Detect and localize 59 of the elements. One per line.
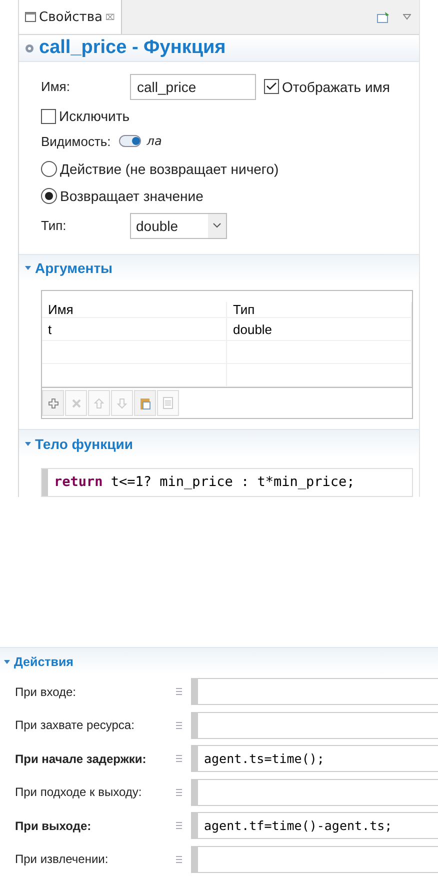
paste-icon [140, 396, 150, 410]
section-title: Действия [14, 654, 74, 668]
section-title: Аргументы [35, 260, 113, 276]
new-window-icon[interactable] [377, 12, 389, 23]
properties-tab[interactable]: Свойства ⌧ [19, 0, 122, 34]
name-label: Имя: [41, 79, 71, 94]
function-icon [25, 44, 34, 53]
action-label: При извлечении: [15, 852, 110, 866]
expand-icon[interactable] [25, 440, 31, 447]
dropdown-icon[interactable] [403, 14, 411, 20]
code-editor[interactable]: return t<=1? min_price : t*min_price; [41, 468, 413, 498]
type-select[interactable]: double [130, 212, 227, 239]
exclude-label: Исключить [59, 108, 130, 124]
code-field[interactable] [191, 678, 438, 706]
add-button[interactable] [42, 390, 64, 416]
expand-icon[interactable] [25, 265, 31, 272]
chevron-icon [213, 223, 221, 228]
panel-title: call_price - Функция [39, 37, 226, 60]
code-field[interactable]: agent.ts=time(); [191, 745, 438, 772]
section-title: Тело функции [35, 436, 133, 452]
paste-button[interactable] [134, 390, 156, 416]
radio-label: Возвращает значение [60, 188, 204, 204]
name-field[interactable]: call_price [130, 74, 256, 100]
action-label: При захвате ресурса: [15, 718, 136, 732]
radio-button[interactable] [41, 188, 57, 204]
code-field[interactable] [191, 712, 438, 739]
expand-icon[interactable] [4, 658, 10, 664]
show-name-checkbox[interactable] [264, 79, 279, 94]
visibility-label: Видимость: [41, 134, 111, 149]
code-field[interactable] [191, 778, 438, 806]
action-label: При входе: [15, 684, 77, 699]
code-menu-icon[interactable] [176, 688, 182, 696]
action-label: При подходе к выходу: [15, 785, 143, 800]
up-arrow-icon [94, 398, 104, 409]
code-field[interactable]: agent.tf=time()-agent.ts; [191, 812, 438, 840]
cross-icon [72, 398, 80, 408]
code-field[interactable] [191, 846, 438, 873]
code-menu-icon[interactable] [176, 856, 182, 863]
code-menu-icon[interactable] [176, 822, 182, 830]
code-menu-icon[interactable] [176, 788, 182, 796]
action-label: При выходе: [15, 818, 92, 833]
visibility-value: ла [146, 134, 162, 148]
exclude-checkbox[interactable] [41, 108, 56, 124]
column-header: Тип [227, 302, 412, 318]
code-menu-icon[interactable] [176, 722, 182, 729]
table-cell: double [227, 318, 412, 340]
show-name-label: Отображать имя [282, 78, 390, 95]
radio-button[interactable] [41, 160, 57, 177]
plus-icon [48, 398, 58, 409]
down-arrow-icon [117, 398, 127, 409]
radio-label: Действие (не возвращает ничего) [60, 160, 279, 177]
code-menu-icon[interactable] [176, 755, 182, 762]
action-label: При начале задержки: [15, 752, 148, 766]
document-icon [163, 397, 173, 410]
table-cell: t [42, 318, 227, 340]
column-header: Имя [42, 302, 227, 318]
type-label: Тип: [41, 218, 68, 234]
visibility-toggle[interactable] [118, 135, 141, 148]
table-icon [25, 12, 36, 22]
